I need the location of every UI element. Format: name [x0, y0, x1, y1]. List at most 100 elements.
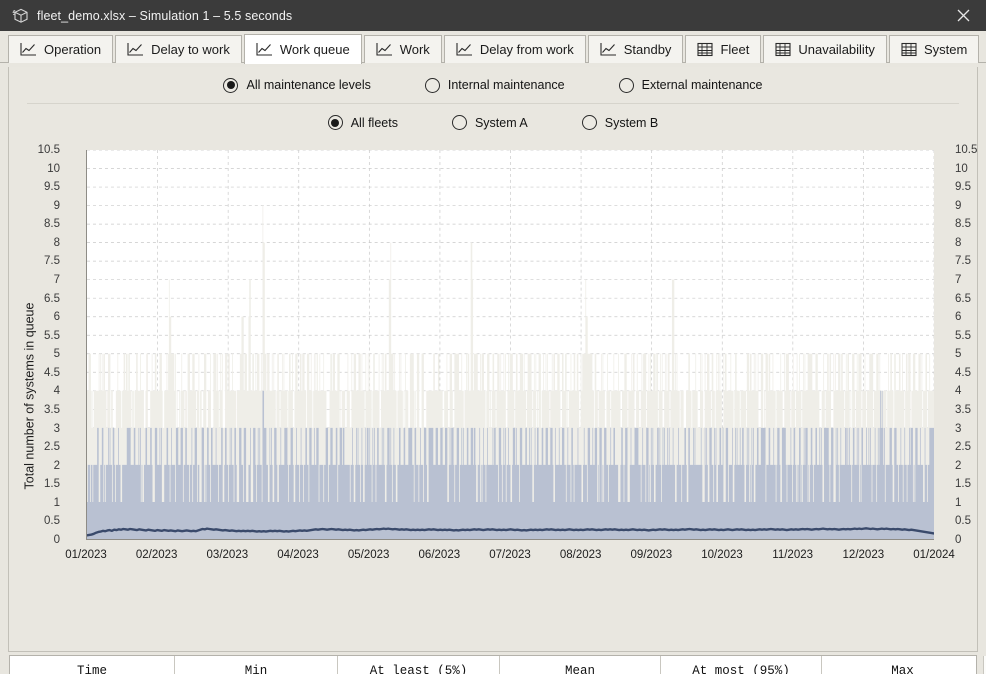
y-tick-label-left: 5.5 — [44, 329, 60, 342]
tab-bar: Operation Delay to work Work queue Work Dela… — [0, 31, 986, 64]
y-tick-label-right: 6.5 — [955, 292, 971, 305]
y-tick-label-right: 0.5 — [955, 515, 971, 528]
table-icon — [697, 42, 713, 57]
radio-label: System B — [604, 115, 659, 130]
y-tick-label-right: 10 — [955, 162, 968, 175]
y-tick-label-left: 7 — [53, 274, 60, 286]
fleet-filter-group: All fleets System A System B — [9, 104, 977, 141]
x-tick-label: 02/2023 — [135, 549, 178, 561]
y-tick-label-right: 0 — [955, 534, 962, 546]
y-tick-label-right: 1.5 — [955, 478, 971, 491]
y-tick-label-right: 7.5 — [955, 255, 971, 268]
radio-label: External maintenance — [641, 78, 763, 92]
table-icon — [901, 42, 917, 57]
y-tick-label-right: 10.5 — [955, 144, 978, 156]
tab-work-queue[interactable]: Work queue — [243, 34, 362, 64]
line-chart-icon — [376, 42, 393, 57]
radio-icon[interactable] — [223, 77, 239, 93]
table-header-mean[interactable]: Mean — [500, 656, 661, 674]
tab-fleet[interactable]: Fleet — [685, 35, 762, 63]
tab-label: Standby — [623, 42, 672, 57]
radio-label: All maintenance levels — [246, 78, 371, 92]
maintenance-filter-group: All maintenance levels Internal maintenan… — [27, 67, 959, 104]
y-tick-label-right: 7 — [955, 274, 962, 286]
y-tick-label-left: 3 — [53, 422, 60, 435]
tab-label: Unavailability — [798, 42, 875, 57]
x-tick-label: 11/2023 — [772, 549, 814, 561]
radio-fleet-system-b[interactable]: System B — [581, 115, 659, 130]
tab-label: System — [923, 42, 968, 57]
y-tick-label-right: 2 — [955, 459, 962, 472]
y-tick-label-right: 1 — [955, 496, 962, 509]
table-header-at-least-5[interactable]: At least (5%) — [338, 656, 500, 674]
radio-fleet-system-a[interactable]: System A — [451, 115, 528, 130]
y-tick-label-right: 3.5 — [955, 404, 971, 416]
y-tick-label-left: 1.5 — [44, 478, 60, 491]
y-tick-label-left: 7.5 — [44, 255, 60, 268]
y-tick-label-left: 10.5 — [37, 144, 60, 156]
y-tick-label-right: 4.5 — [955, 366, 971, 379]
x-tick-label: 01/2024 — [913, 549, 955, 561]
line-chart-icon — [256, 42, 273, 57]
y-tick-label-right: 5 — [955, 348, 962, 361]
y-tick-label-right: 8.5 — [955, 218, 971, 231]
window-close-button[interactable] — [940, 0, 986, 31]
window-title: fleet_demo.xlsx – Simulation 1 – 5.5 sec… — [37, 8, 293, 23]
line-chart-icon — [127, 42, 144, 57]
radio-icon[interactable] — [424, 77, 440, 93]
table-header-max[interactable]: Max — [822, 656, 984, 674]
x-tick-label: 05/2023 — [347, 549, 390, 561]
tab-operation[interactable]: Operation — [8, 35, 114, 63]
tab-label: Work — [399, 42, 430, 57]
x-tick-label: 09/2023 — [630, 549, 673, 561]
plot-svg — [87, 150, 934, 539]
y-tick-label-left: 2.5 — [44, 441, 60, 454]
y-tick-label-left: 8.5 — [44, 218, 60, 231]
radio-label: Internal maintenance — [447, 78, 565, 92]
y-tick-label-right: 3 — [955, 422, 962, 435]
x-tick-label: 04/2023 — [277, 549, 319, 561]
y-tick-label-right: 2.5 — [955, 441, 971, 454]
y-tick-label-right: 5.5 — [955, 329, 971, 342]
radio-icon[interactable] — [581, 115, 597, 130]
tab-unavailability[interactable]: Unavailability — [763, 35, 887, 63]
y-tick-label-left: 4.5 — [44, 366, 60, 379]
tab-delay-from-work[interactable]: Delay from work — [443, 35, 586, 63]
radio-icon[interactable] — [451, 115, 467, 130]
radio-maintenance-internal-maintenance[interactable]: Internal maintenance — [424, 77, 565, 93]
window-titlebar: fleet_demo.xlsx – Simulation 1 – 5.5 sec… — [0, 0, 986, 31]
tab-work[interactable]: Work — [363, 35, 442, 63]
y-axis-title: Total number of systems in queue — [19, 141, 39, 651]
radio-maintenance-all-maintenance-levels[interactable]: All maintenance levels — [223, 77, 371, 93]
table-header-min[interactable]: Min — [175, 656, 338, 674]
y-tick-label-left: 0.5 — [44, 515, 60, 528]
y-tick-label-left: 10 — [47, 162, 60, 175]
radio-icon[interactable] — [327, 115, 343, 130]
radio-maintenance-external-maintenance[interactable]: External maintenance — [618, 77, 763, 93]
tab-standby[interactable]: Standby — [587, 35, 684, 63]
tab-system[interactable]: System — [888, 35, 980, 63]
y-tick-label-left: 9.5 — [44, 181, 60, 194]
y-tick-label-left: 5 — [53, 348, 60, 361]
tab-label: Work queue — [279, 42, 350, 57]
y-tick-label-left: 0 — [53, 534, 60, 546]
line-chart-icon — [600, 42, 617, 57]
radio-icon[interactable] — [618, 77, 634, 93]
tab-label: Fleet — [720, 42, 750, 57]
y-tick-label-left: 6.5 — [44, 292, 60, 305]
y-tick-label-right: 4 — [955, 385, 962, 398]
tab-label: Delay to work — [151, 42, 230, 57]
line-chart-icon — [456, 42, 473, 57]
y-tick-label-right: 9.5 — [955, 181, 971, 194]
radio-fleet-all-fleets[interactable]: All fleets — [327, 115, 398, 130]
x-tick-label: 07/2023 — [489, 549, 531, 561]
table-header-time[interactable]: Time — [10, 656, 175, 674]
y-tick-label-right: 9 — [955, 199, 962, 212]
table-icon — [775, 42, 791, 57]
table-header-at-most-95[interactable]: At most (95%) — [661, 656, 822, 674]
x-tick-label: 08/2023 — [559, 549, 602, 561]
tab-delay-to-work[interactable]: Delay to work — [115, 35, 242, 63]
y-tick-label-right: 6 — [955, 311, 962, 324]
y-tick-label-left: 4 — [53, 385, 60, 398]
y-tick-label-left: 2 — [53, 459, 60, 472]
